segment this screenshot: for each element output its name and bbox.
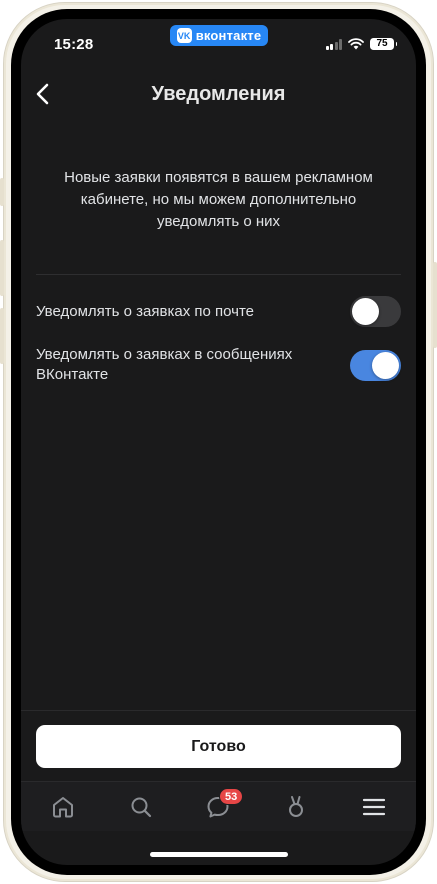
setting-row-email[interactable]: Уведомлять о заявках по почте [36,296,401,327]
vk-logo-icon: VK [176,28,192,43]
setting-label-vk-messages: Уведомлять о заявках в сообщениях ВКонта… [36,346,293,383]
phone-side-button [0,308,4,364]
email-notifications-toggle[interactable] [350,296,401,327]
home-icon [53,797,73,818]
toggle-knob [352,298,379,325]
clips-icon [289,796,303,817]
tab-menu[interactable] [359,792,389,822]
status-time: 15:28 [54,36,94,53]
toggle-knob [372,351,399,379]
bottom-tab-bar: 53 [21,781,416,831]
intro-description: Новые заявки появятся в вашем рекламном … [64,169,373,230]
app-screen: 15:28 VK вконтакте 75 Уведомления Новые … [21,19,416,865]
vk-app-pill[interactable]: VK вконтакте [170,25,268,46]
vk-pill-label: вконтакте [195,28,262,43]
setting-row-vk-messages[interactable]: Уведомлять о заявках в сообщениях ВКонта… [36,345,401,385]
done-button[interactable]: Готово [36,725,401,768]
divider [21,710,416,711]
menu-icon [362,798,386,816]
tab-home[interactable] [48,792,78,822]
tab-clips[interactable] [281,792,311,822]
home-indicator [150,852,288,857]
phone-side-button [0,178,4,206]
phone-side-button [0,240,4,296]
divider [36,274,401,275]
status-indicators: 75 [325,38,397,50]
messages-badge: 53 [219,788,244,805]
vk-messages-notifications-toggle[interactable] [350,349,401,381]
tab-messages[interactable]: 53 [203,788,244,822]
setting-label-email: Уведомлять о заявках по почте [36,302,254,320]
wifi-icon [348,38,364,50]
phone-side-button [433,262,437,348]
battery-icon: 75 [370,38,397,50]
page-title: Уведомления [151,83,286,105]
search-icon [131,797,152,818]
cellular-signal-icon [325,38,342,50]
tab-search[interactable] [126,792,156,822]
